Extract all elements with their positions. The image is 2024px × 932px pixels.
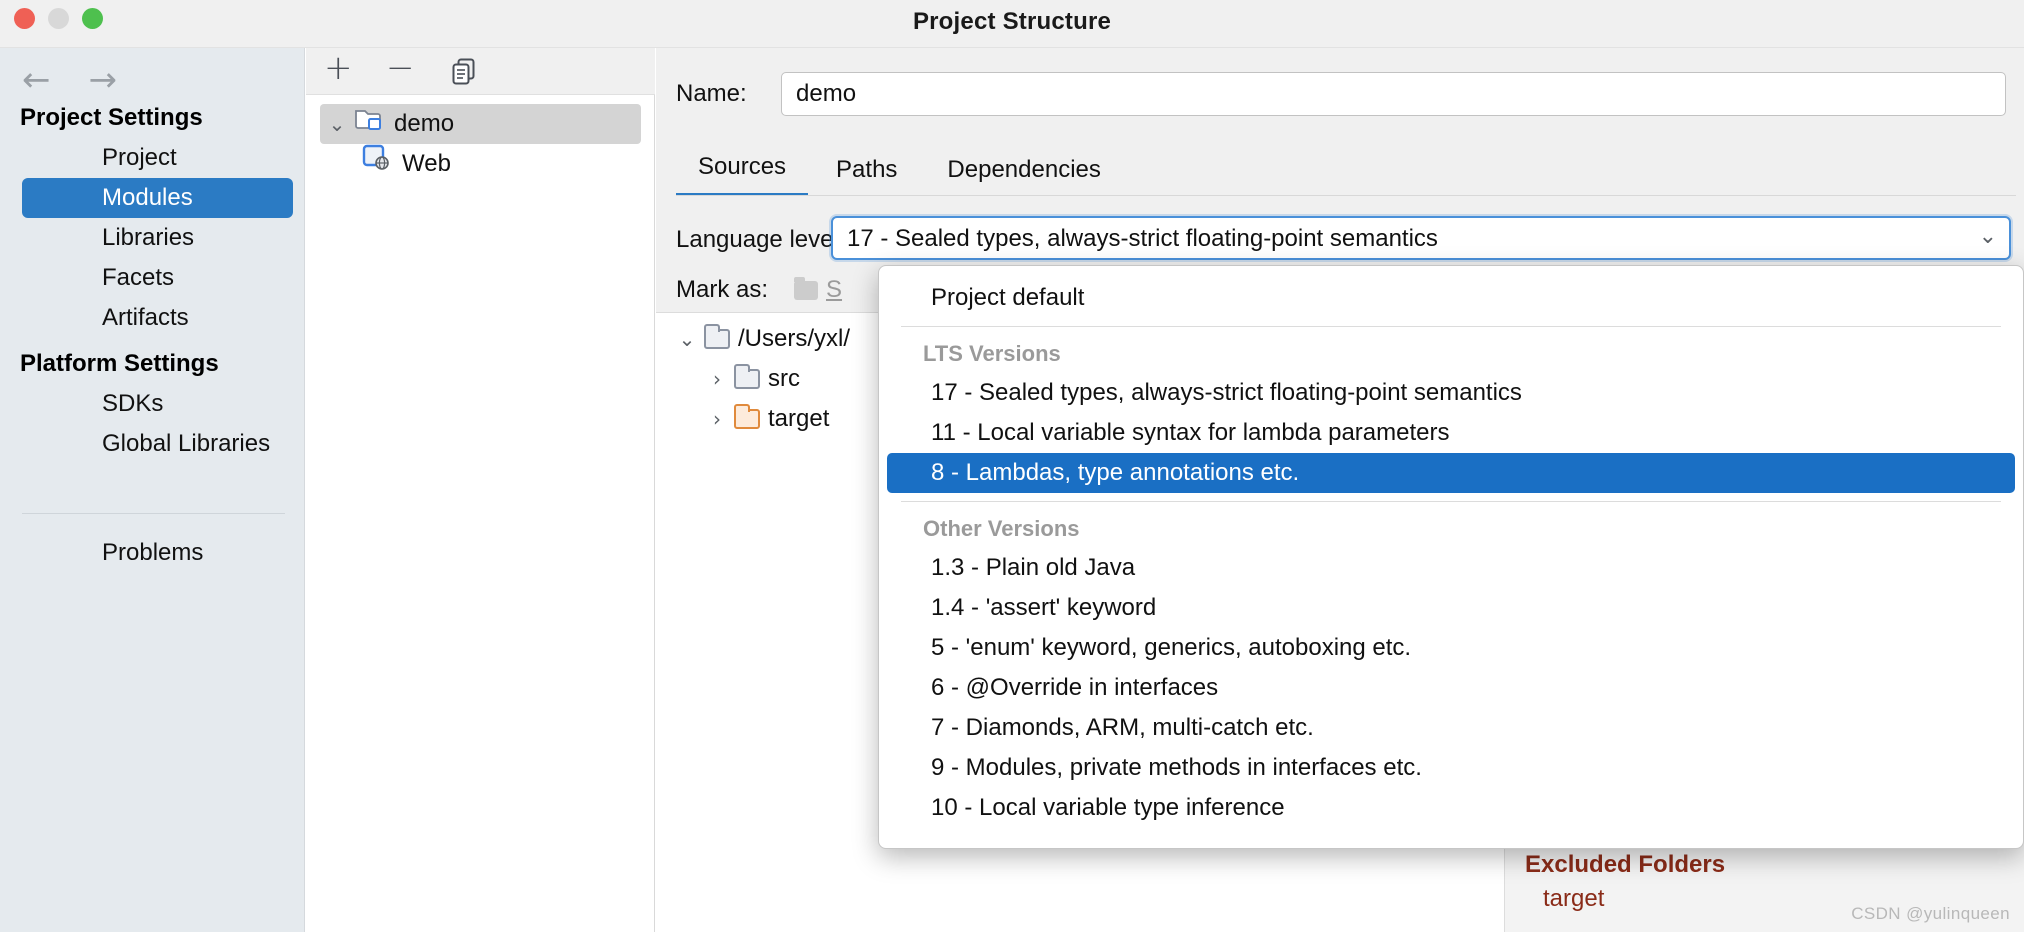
language-level-label: Language level: xyxy=(676,226,846,253)
web-facet-icon xyxy=(362,144,394,185)
detail-tabs: Sources Paths Dependencies xyxy=(676,146,2016,196)
dropdown-item-5[interactable]: 5 - 'enum' keyword, generics, autoboxing… xyxy=(887,628,2015,668)
tab-underline xyxy=(676,195,2016,196)
language-level-row: Language level: 17 - Sealed types, alway… xyxy=(656,216,2024,264)
chevron-right-icon[interactable]: › xyxy=(700,399,734,439)
sidebar-item-modules[interactable]: Modules xyxy=(22,178,293,218)
chevron-right-icon[interactable]: › xyxy=(700,359,734,399)
sidebar-item-global-libraries[interactable]: Global Libraries xyxy=(22,424,293,464)
tab-sources[interactable]: Sources xyxy=(676,147,809,196)
language-level-dropdown[interactable]: Project default LTS Versions 17 - Sealed… xyxy=(878,265,2024,849)
web-facet-icon-svg xyxy=(362,144,389,170)
sidebar-item-problems[interactable]: Problems xyxy=(22,533,293,573)
forward-arrow-icon[interactable]: → xyxy=(89,63,118,97)
dropdown-item-11[interactable]: 11 - Local variable syntax for lambda pa… xyxy=(887,413,2015,453)
tab-paths[interactable]: Paths xyxy=(814,150,919,196)
modules-toolbar: + − xyxy=(306,48,655,95)
folder-icon xyxy=(704,324,730,349)
copy-icon-svg xyxy=(452,58,475,85)
tab-dependencies[interactable]: Dependencies xyxy=(925,150,1122,196)
tree-row[interactable]: Web xyxy=(306,144,655,184)
copy-module-icon[interactable] xyxy=(451,57,479,93)
sidebar-item-artifacts[interactable]: Artifacts xyxy=(22,298,293,338)
language-level-value: 17 - Sealed types, always-strict floatin… xyxy=(847,225,1438,252)
excluded-folders-title: Excluded Folders xyxy=(1525,851,1726,878)
folder-icon xyxy=(794,276,818,300)
source-tree-row-label: /Users/yxl/ xyxy=(738,325,851,352)
sidebar-group-platform-settings: Platform Settings xyxy=(20,350,219,377)
chevron-down-icon[interactable]: ⌄ xyxy=(1979,224,1997,249)
chevron-down-icon[interactable]: ⌄ xyxy=(320,104,354,144)
language-level-combobox[interactable]: 17 - Sealed types, always-strict floatin… xyxy=(831,216,2011,260)
name-input[interactable] xyxy=(781,72,2006,116)
mark-as-label: Mark as: xyxy=(676,276,769,303)
source-tree-row-label: src xyxy=(768,365,800,392)
dropdown-item-project-default[interactable]: Project default xyxy=(887,278,2015,318)
dropdown-item-17[interactable]: 17 - Sealed types, always-strict floatin… xyxy=(887,373,2015,413)
dropdown-item-8[interactable]: 8 - Lambdas, type annotations etc. xyxy=(887,453,2015,493)
dropdown-item-10[interactable]: 10 - Local variable type inference xyxy=(887,788,2015,828)
tree-row-label: Web xyxy=(402,150,451,177)
remove-module-icon[interactable]: − xyxy=(386,51,415,85)
dropdown-item-7[interactable]: 7 - Diamonds, ARM, multi-catch etc. xyxy=(887,708,2015,748)
source-tree-row-label: target xyxy=(768,405,830,432)
name-label: Name: xyxy=(676,80,747,107)
sidebar-divider xyxy=(22,513,285,514)
dropdown-header-other-versions: Other Versions xyxy=(923,516,1080,541)
excluded-folder-icon xyxy=(734,404,760,429)
project-structure-window: Project Structure ← → Project Settings P… xyxy=(0,0,2024,932)
back-arrow-icon[interactable]: ← xyxy=(22,63,51,97)
sidebar-group-project-settings: Project Settings xyxy=(20,104,203,131)
mark-as-sources-label: S xyxy=(826,276,843,303)
sidebar-item-sdks[interactable]: SDKs xyxy=(22,384,293,424)
sidebar-item-project[interactable]: Project xyxy=(22,138,293,178)
module-folder-icon xyxy=(354,104,386,144)
sidebar-item-libraries[interactable]: Libraries xyxy=(22,218,293,258)
dropdown-item-6[interactable]: 6 - @Override in interfaces xyxy=(887,668,2015,708)
add-module-icon[interactable]: + xyxy=(324,51,353,85)
folder-icon xyxy=(734,364,760,389)
dropdown-item-1-3[interactable]: 1.3 - Plain old Java xyxy=(887,548,2015,588)
window-title: Project Structure xyxy=(912,8,1112,35)
watermark: CSDN @yulinqueen xyxy=(1851,904,2010,923)
modules-tree-panel: + − ⌄ demo Web xyxy=(306,48,655,932)
chevron-down-icon[interactable]: ⌄ xyxy=(670,319,704,359)
nav-arrow-group: ← → xyxy=(22,63,117,97)
settings-sidebar: ← → Project Settings Project Modules Lib… xyxy=(0,48,305,932)
module-folder-icon-svg xyxy=(355,110,381,130)
title-bar: Project Structure xyxy=(0,0,2024,48)
dropdown-item-1-4[interactable]: 1.4 - 'assert' keyword xyxy=(887,588,2015,628)
dropdown-item-9[interactable]: 9 - Modules, private methods in interfac… xyxy=(887,748,2015,788)
tree-row[interactable]: ⌄ demo xyxy=(320,104,641,144)
dropdown-separator xyxy=(901,326,2001,327)
dropdown-separator xyxy=(901,501,2001,502)
tree-row-label: demo xyxy=(394,110,455,137)
name-row: Name: xyxy=(656,70,2024,118)
mark-as-sources-button[interactable]: S xyxy=(794,276,842,304)
sidebar-item-facets[interactable]: Facets xyxy=(22,258,293,298)
dropdown-header-lts-versions: LTS Versions xyxy=(923,341,1061,366)
